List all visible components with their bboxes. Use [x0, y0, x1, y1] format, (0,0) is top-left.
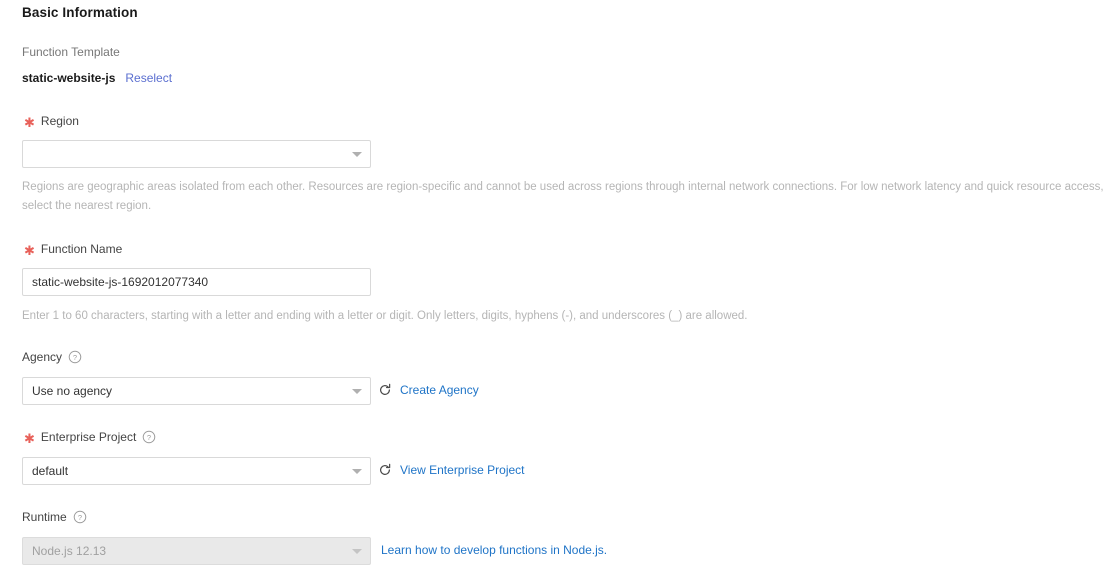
runtime-select-value: Node.js 12.13	[32, 544, 107, 558]
agency-select[interactable]: Use no agency	[22, 377, 371, 405]
enterprise-project-actions: View Enterprise Project	[378, 463, 525, 477]
basic-information-form: Basic Information Function Template stat…	[0, 0, 1117, 574]
function-template-row: static-website-js Reselect	[22, 71, 172, 85]
function-name-label: ✱ Function Name	[24, 242, 123, 258]
runtime-docs-link[interactable]: Learn how to develop functions in Node.j…	[381, 543, 607, 557]
agency-label-text: Agency	[22, 350, 63, 364]
function-name-label-text: Function Name	[40, 242, 123, 256]
svg-text:?: ?	[73, 353, 77, 362]
svg-text:?: ?	[78, 513, 82, 522]
chevron-down-icon	[352, 388, 362, 394]
function-template-label: Function Template	[22, 45, 120, 59]
help-circle-icon[interactable]: ?	[68, 350, 82, 364]
required-star-icon: ✱	[24, 430, 35, 446]
agency-select-value: Use no agency	[32, 384, 113, 398]
required-star-icon: ✱	[24, 114, 35, 130]
refresh-icon[interactable]	[378, 383, 392, 397]
help-circle-icon[interactable]: ?	[142, 430, 156, 444]
function-name-hint: Enter 1 to 60 characters, starting with …	[22, 310, 748, 322]
function-name-value: static-website-js-1692012077340	[32, 275, 209, 289]
region-select[interactable]	[22, 140, 371, 168]
enterprise-project-label-text: Enterprise Project	[40, 430, 137, 444]
required-star-icon: ✱	[24, 242, 35, 258]
page-title: Basic Information	[22, 5, 138, 20]
agency-actions: Create Agency	[378, 383, 479, 397]
agency-label: Agency ?	[22, 350, 82, 364]
enterprise-project-select-value: default	[32, 464, 69, 478]
svg-text:?: ?	[147, 433, 151, 442]
chevron-down-icon	[352, 151, 362, 157]
runtime-label-text: Runtime	[22, 510, 67, 524]
runtime-label: Runtime ?	[22, 510, 87, 524]
function-name-input[interactable]: static-website-js-1692012077340	[22, 268, 371, 296]
reselect-link[interactable]: Reselect	[125, 71, 172, 85]
refresh-icon[interactable]	[378, 463, 392, 477]
enterprise-project-select[interactable]: default	[22, 457, 371, 485]
region-hint: Regions are geographic areas isolated fr…	[22, 181, 1104, 212]
help-circle-icon[interactable]: ?	[73, 510, 87, 524]
runtime-select: Node.js 12.13	[22, 537, 371, 565]
region-label: ✱ Region	[24, 114, 79, 130]
enterprise-project-label: ✱ Enterprise Project ?	[24, 430, 156, 446]
runtime-actions: Learn how to develop functions in Node.j…	[381, 543, 607, 557]
chevron-down-icon	[352, 548, 362, 554]
region-label-text: Region	[40, 114, 79, 128]
create-agency-link[interactable]: Create Agency	[400, 383, 479, 397]
function-template-value: static-website-js	[22, 71, 116, 85]
chevron-down-icon	[352, 468, 362, 474]
view-enterprise-project-link[interactable]: View Enterprise Project	[400, 463, 525, 477]
